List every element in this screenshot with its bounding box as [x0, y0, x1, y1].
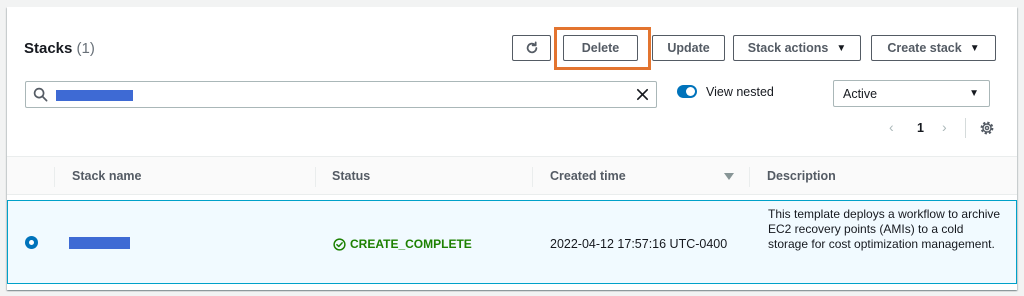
search-input[interactable]: redacted: [25, 81, 657, 108]
pagination-divider: [965, 118, 966, 138]
search-value-redacted: redacted: [56, 90, 133, 101]
update-button[interactable]: Update: [652, 35, 725, 61]
update-button-label: Update: [667, 41, 710, 55]
column-divider: [54, 167, 55, 187]
column-header-stack-name[interactable]: Stack name: [72, 169, 141, 183]
stack-name-redacted[interactable]: redacted: [69, 237, 130, 249]
chevron-right-icon[interactable]: ›: [942, 119, 947, 135]
status-text: CREATE_COMPLETE: [350, 237, 472, 251]
search-icon: [33, 87, 48, 102]
column-divider: [749, 167, 750, 187]
check-circle-icon: [333, 237, 346, 251]
column-divider: [532, 167, 533, 187]
status-filter-value: Active: [843, 87, 878, 101]
table-row[interactable]: redacted CREATE_COMPLETE 2022-04-12 17:5…: [7, 200, 1017, 284]
column-header-description[interactable]: Description: [767, 169, 836, 183]
column-divider: [315, 167, 316, 187]
gear-icon[interactable]: [979, 120, 995, 136]
sort-icon[interactable]: [724, 173, 734, 181]
view-nested-label: View nested: [706, 85, 774, 99]
close-icon[interactable]: [635, 87, 650, 102]
delete-highlight-box: [554, 27, 651, 70]
stack-description: This template deploys a workflow to arch…: [768, 207, 1001, 251]
create-stack-label: Create stack: [887, 41, 962, 55]
page-title-text: Stacks: [24, 40, 73, 57]
page-title: Stacks (1): [24, 40, 95, 57]
column-header-status[interactable]: Status: [332, 169, 370, 183]
status-filter-select[interactable]: Active ▼: [833, 80, 990, 107]
chevron-left-icon[interactable]: ‹: [889, 119, 894, 135]
stacks-panel: Stacks (1) Delete Update Stack actions ▼…: [7, 7, 1017, 290]
stack-count: (1): [76, 40, 95, 57]
created-time: 2022-04-12 17:57:16 UTC-0400: [550, 237, 728, 251]
stack-actions-button[interactable]: Stack actions ▼: [733, 35, 861, 61]
caret-down-icon: ▼: [969, 88, 979, 99]
caret-down-icon: ▼: [836, 42, 847, 54]
create-stack-button[interactable]: Create stack ▼: [871, 35, 996, 61]
row-select-radio[interactable]: [25, 236, 38, 249]
status-badge: CREATE_COMPLETE: [333, 237, 472, 251]
page-number[interactable]: 1: [917, 121, 924, 135]
column-header-created-time[interactable]: Created time: [550, 169, 626, 183]
view-nested-toggle[interactable]: [677, 85, 697, 98]
stack-actions-label: Stack actions: [747, 41, 829, 55]
refresh-button[interactable]: [512, 35, 551, 61]
table-header: Stack name Status Created time Descripti…: [7, 156, 1017, 195]
caret-down-icon: ▼: [969, 42, 980, 54]
refresh-icon: [526, 41, 537, 54]
